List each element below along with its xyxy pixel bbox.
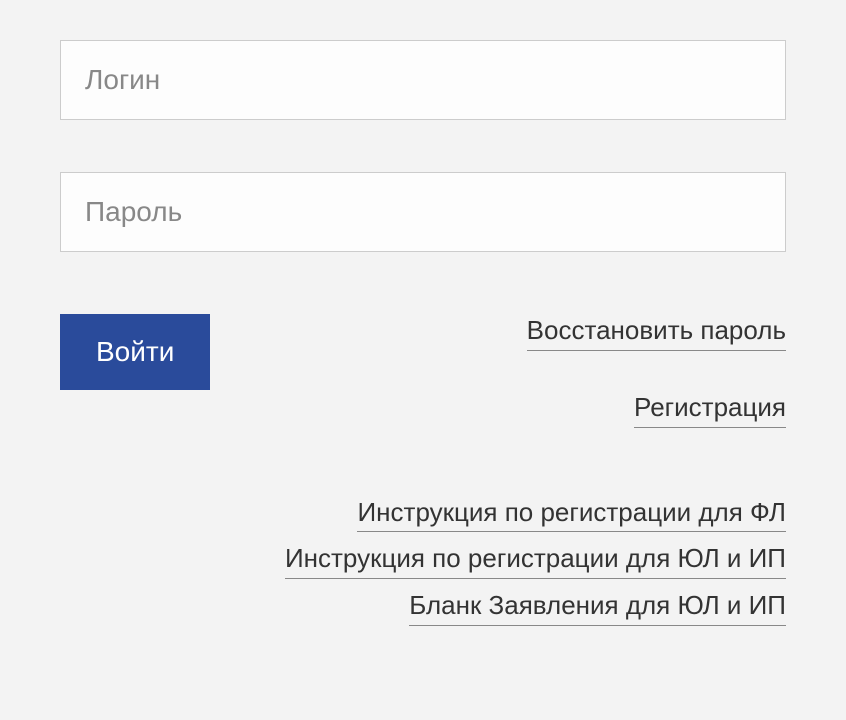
application-form-ul-ip-link[interactable]: Бланк Заявления для ЮЛ и ИП — [409, 589, 786, 626]
password-input[interactable] — [60, 172, 786, 252]
secondary-links: Инструкция по регистрации для ФЛ Инструк… — [60, 468, 786, 626]
primary-links: Восстановить пароль Регистрация — [527, 314, 786, 468]
login-form: Войти Восстановить пароль Регистрация Ин… — [60, 40, 786, 626]
instruction-fl-link[interactable]: Инструкция по регистрации для ФЛ — [357, 496, 786, 533]
login-input[interactable] — [60, 40, 786, 120]
recover-password-link[interactable]: Восстановить пароль — [527, 314, 786, 351]
login-button[interactable]: Войти — [60, 314, 210, 390]
registration-link[interactable]: Регистрация — [634, 391, 786, 428]
instruction-ul-ip-link[interactable]: Инструкция по регистрации для ЮЛ и ИП — [285, 542, 786, 579]
